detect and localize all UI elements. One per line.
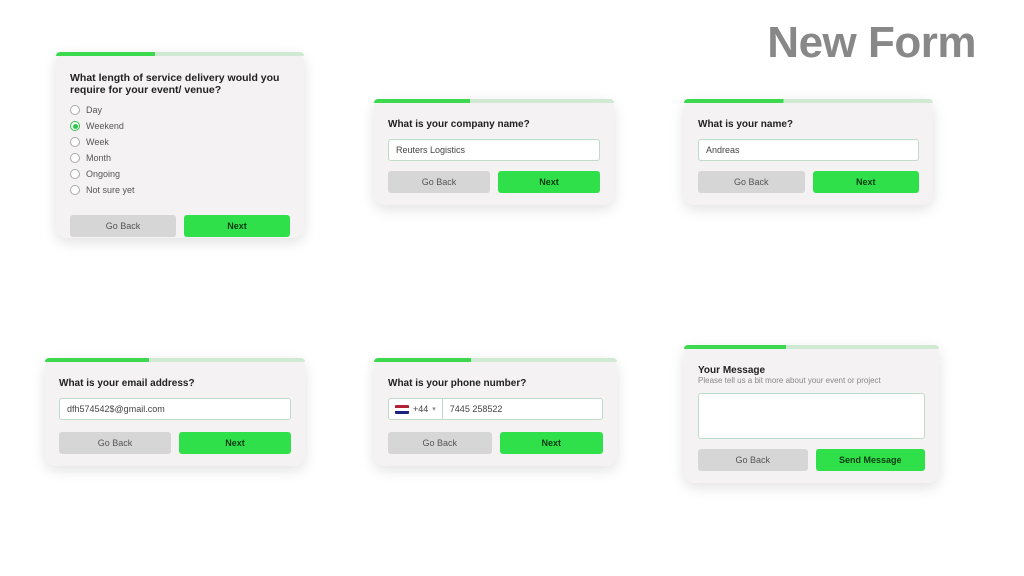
next-button[interactable]: Next <box>184 215 290 237</box>
phone-prompt: What is your phone number? <box>388 378 603 389</box>
message-textarea[interactable] <box>698 393 925 439</box>
page-title: New Form <box>767 18 976 68</box>
email-prompt: What is your email address? <box>59 378 291 389</box>
email-input[interactable] <box>59 398 291 420</box>
phone-card: What is your phone number? +44 ▾ Go Back… <box>374 358 617 466</box>
company-name-prompt: What is your company name? <box>388 119 600 130</box>
next-button[interactable]: Next <box>500 432 604 454</box>
service-length-card: What length of service delivery would yo… <box>56 52 304 238</box>
next-button[interactable]: Next <box>813 171 920 193</box>
radio-icon <box>70 105 80 115</box>
radio-icon <box>70 153 80 163</box>
next-button[interactable]: Next <box>179 432 291 454</box>
radio-option[interactable]: Ongoing <box>70 169 290 179</box>
flag-icon <box>395 405 409 414</box>
name-prompt: What is your name? <box>698 119 919 130</box>
radio-option[interactable]: Day <box>70 105 290 115</box>
radio-icon <box>70 185 80 195</box>
go-back-button[interactable]: Go Back <box>70 215 176 237</box>
name-input[interactable] <box>698 139 919 161</box>
radio-option[interactable]: Not sure yet <box>70 185 290 195</box>
service-length-options: Day Weekend Week Month Ongoing Not sure yet <box>70 105 290 195</box>
radio-option[interactable]: Weekend <box>70 121 290 131</box>
radio-option[interactable]: Week <box>70 137 290 147</box>
radio-label: Weekend <box>86 121 124 131</box>
message-card: Your Message Please tell us a bit more a… <box>684 345 939 483</box>
radio-label: Week <box>86 137 109 147</box>
email-card: What is your email address? Go Back Next <box>45 358 305 466</box>
message-subtext: Please tell us a bit more about your eve… <box>698 376 925 385</box>
radio-label: Ongoing <box>86 169 120 179</box>
dial-code: +44 <box>413 404 428 414</box>
go-back-button[interactable]: Go Back <box>698 171 805 193</box>
radio-label: Not sure yet <box>86 185 135 195</box>
service-length-prompt: What length of service delivery would yo… <box>70 72 290 96</box>
radio-label: Month <box>86 153 111 163</box>
go-back-button[interactable]: Go Back <box>698 449 808 471</box>
radio-icon <box>70 169 80 179</box>
go-back-button[interactable]: Go Back <box>388 432 492 454</box>
radio-icon <box>70 137 80 147</box>
phone-input[interactable] <box>442 398 603 420</box>
go-back-button[interactable]: Go Back <box>59 432 171 454</box>
company-name-card: What is your company name? Go Back Next <box>374 99 614 205</box>
company-name-input[interactable] <box>388 139 600 161</box>
send-message-button[interactable]: Send Message <box>816 449 926 471</box>
phone-country-selector[interactable]: +44 ▾ <box>388 398 442 420</box>
chevron-down-icon: ▾ <box>432 405 436 413</box>
radio-label: Day <box>86 105 102 115</box>
message-prompt: Your Message <box>698 365 925 376</box>
radio-icon <box>70 121 80 131</box>
next-button[interactable]: Next <box>498 171 600 193</box>
name-card: What is your name? Go Back Next <box>684 99 933 205</box>
radio-option[interactable]: Month <box>70 153 290 163</box>
go-back-button[interactable]: Go Back <box>388 171 490 193</box>
